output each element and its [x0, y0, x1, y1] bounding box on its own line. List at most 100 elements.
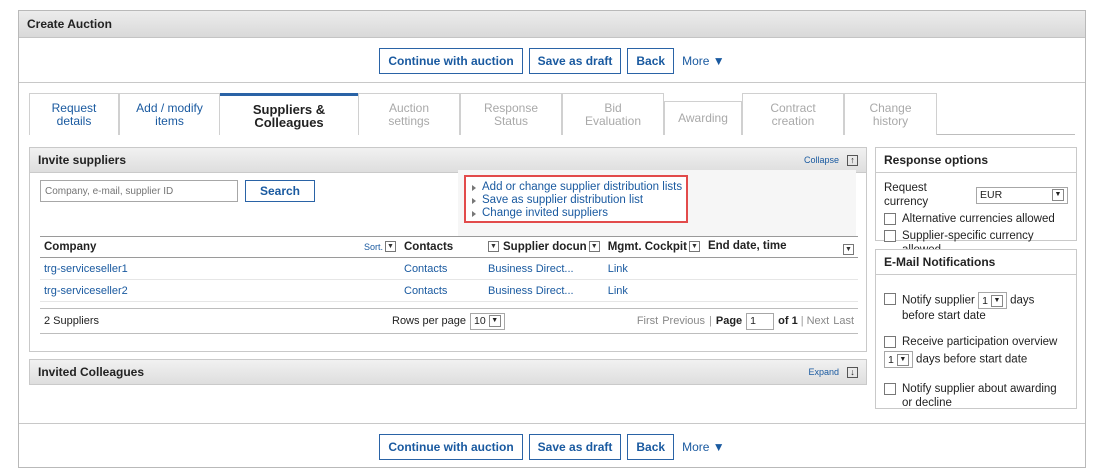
contacts-link[interactable]: Contacts: [400, 279, 484, 302]
separator: |: [800, 315, 804, 327]
first-page-link: First: [636, 315, 659, 327]
save-as-draft-button[interactable]: Save as draft: [528, 47, 622, 74]
table-header-row: Company Sort. ▼ Contacts ▼ Supplier docun ▼…: [40, 236, 858, 258]
dropdown-icon[interactable]: ▼: [688, 241, 700, 253]
receive-overview-checkbox[interactable]: [884, 336, 896, 348]
invited-colleagues-panel: Invited Colleagues Expand ↓: [29, 359, 867, 385]
company-link[interactable]: trg-serviceseller2: [40, 279, 400, 302]
caret-down-icon: ▼: [712, 439, 725, 454]
invite-suppliers-title: Invite suppliers: [38, 153, 127, 167]
back-button[interactable]: Back: [627, 433, 675, 460]
next-page-link: Next: [806, 315, 830, 327]
create-auction-window: Create Auction Continue with auction Sav…: [18, 10, 1086, 468]
tab-bar: Request details Add / modify items Supplie…: [29, 93, 1075, 136]
response-options-panel: Response options Request currency EUR ▼ A…: [875, 147, 1077, 256]
company-link[interactable]: trg-serviceseller1: [40, 257, 400, 280]
awarding-row: Notify supplier about awarding or declin…: [884, 382, 1068, 410]
column-supplier-document[interactable]: ▼ Supplier docun ▼: [484, 236, 604, 258]
column-label: Company: [44, 241, 97, 253]
more-menu[interactable]: More ▼: [682, 54, 725, 68]
invited-colleagues-header: Invited Colleagues Expand ↓: [30, 360, 866, 385]
invited-colleagues-title: Invited Colleagues: [38, 365, 145, 379]
chevron-down-icon: ▼: [990, 294, 1003, 307]
tab-label: Bid: [604, 100, 622, 115]
currency-value: EUR: [980, 189, 1003, 201]
notify-days-select[interactable]: 1 ▼: [978, 292, 1007, 309]
continue-with-auction-button[interactable]: Continue with auction: [379, 47, 523, 74]
notify-supplier-checkbox[interactable]: [884, 293, 896, 305]
cockpit-link[interactable]: Link: [603, 257, 704, 280]
more-menu[interactable]: More ▼: [682, 440, 725, 454]
rows-per-page-label: Rows per page: [392, 315, 466, 327]
chevron-down-icon: ▼: [896, 353, 909, 366]
tab-label: items: [155, 113, 184, 128]
supplier-document-link[interactable]: Business Direct...: [484, 279, 604, 302]
dropdown-icon[interactable]: ▼: [385, 241, 396, 253]
link-label: Change invited suppliers: [482, 207, 608, 219]
currency-label: Request currency: [884, 182, 929, 208]
notify-days-value: 1: [982, 294, 988, 307]
bottom-toolbar: Continue with auction Save as draft Back…: [19, 423, 1085, 469]
change-invited-suppliers-link[interactable]: Change invited suppliers: [472, 207, 686, 220]
triangle-right-icon: [472, 210, 476, 217]
column-company[interactable]: Company Sort. ▼: [40, 236, 400, 258]
end-date-cell: [703, 279, 858, 302]
tab-contract-creation: Contract creation: [742, 93, 844, 135]
tab-label: Change: [869, 100, 912, 115]
previous-page-link: Previous: [662, 315, 705, 327]
tab-add-modify-items[interactable]: Add / modify items: [119, 93, 220, 135]
page-value: 1: [750, 315, 756, 327]
column-mgmt-cockpit[interactable]: Mgmt. Cockpit ▼: [603, 236, 704, 258]
supplier-count: 2 Suppliers: [44, 315, 100, 327]
tab-response-status: Response Status: [460, 93, 562, 135]
page-number-input[interactable]: 1: [746, 312, 775, 330]
expand-arrow-icon: ↓: [847, 367, 858, 378]
specific-currency-checkbox[interactable]: [884, 230, 896, 242]
invite-suppliers-panel: Invite suppliers Collapse ↑ Search Add o…: [29, 147, 867, 352]
cockpit-link[interactable]: Link: [603, 279, 704, 302]
tab-label: Request: [51, 100, 97, 115]
table-row: trg-serviceseller2 Contacts Business Dir…: [40, 279, 858, 302]
supplier-document-link[interactable]: Business Direct...: [484, 257, 604, 280]
link-label: Save as supplier distribution list: [482, 194, 644, 206]
dropdown-icon[interactable]: ▼: [588, 241, 600, 253]
expand-toggle[interactable]: Expand ↓: [808, 360, 858, 385]
column-label: End date, time: [707, 239, 787, 252]
tab-suppliers-colleagues[interactable]: Suppliers & Colleagues: [220, 93, 358, 136]
column-contacts[interactable]: Contacts: [400, 236, 484, 258]
tab-label: Colleagues: [254, 115, 324, 130]
dropdown-icon[interactable]: ▼: [843, 243, 854, 255]
suppliers-table: Company Sort. ▼ Contacts ▼ Supplier docun ▼…: [40, 236, 858, 302]
column-end-date[interactable]: End date, time ▼: [703, 236, 858, 258]
receive-days-select[interactable]: 1 ▼: [884, 351, 913, 368]
chevron-down-icon: ▼: [1052, 189, 1064, 201]
end-date-cell: [703, 257, 858, 280]
save-as-draft-button[interactable]: Save as draft: [528, 433, 622, 460]
chevron-down-icon: ▼: [488, 315, 501, 327]
rows-per-page-select[interactable]: 10 ▼: [470, 312, 505, 330]
page-of-label: of 1: [778, 315, 798, 327]
response-options-header: Response options: [876, 148, 1076, 173]
alt-currencies-label: Alternative currencies allowed: [902, 213, 1055, 225]
currency-row: Request currency EUR ▼: [884, 181, 1068, 209]
more-label: More: [682, 53, 710, 68]
alt-currencies-row: Alternative currencies allowed: [884, 212, 1068, 226]
notify-awarding-checkbox[interactable]: [884, 383, 896, 395]
currency-select[interactable]: EUR ▼: [976, 186, 1068, 204]
tab-request-details[interactable]: Request details: [29, 93, 119, 135]
add-change-lists-link[interactable]: Add or change supplier distribution list…: [472, 181, 686, 194]
column-label: Mgmt. Cockpit: [607, 241, 687, 253]
tab-label: Status: [493, 113, 528, 128]
table-footer: 2 Suppliers Rows per page 10 ▼ First Prev…: [40, 308, 858, 334]
supplier-search-input[interactable]: [40, 180, 238, 202]
search-button[interactable]: Search: [245, 180, 315, 202]
contacts-link[interactable]: Contacts: [400, 257, 484, 280]
receive-overview-label: Receive participation overview: [902, 336, 1058, 348]
sort-label: Sort.: [363, 242, 383, 252]
tab-label: Contract: [770, 100, 816, 115]
dropdown-icon[interactable]: ▼: [488, 241, 499, 253]
save-distribution-list-link[interactable]: Save as supplier distribution list: [472, 194, 686, 207]
alt-currencies-checkbox[interactable]: [884, 213, 896, 225]
continue-with-auction-button[interactable]: Continue with auction: [379, 433, 523, 460]
back-button[interactable]: Back: [627, 47, 675, 74]
